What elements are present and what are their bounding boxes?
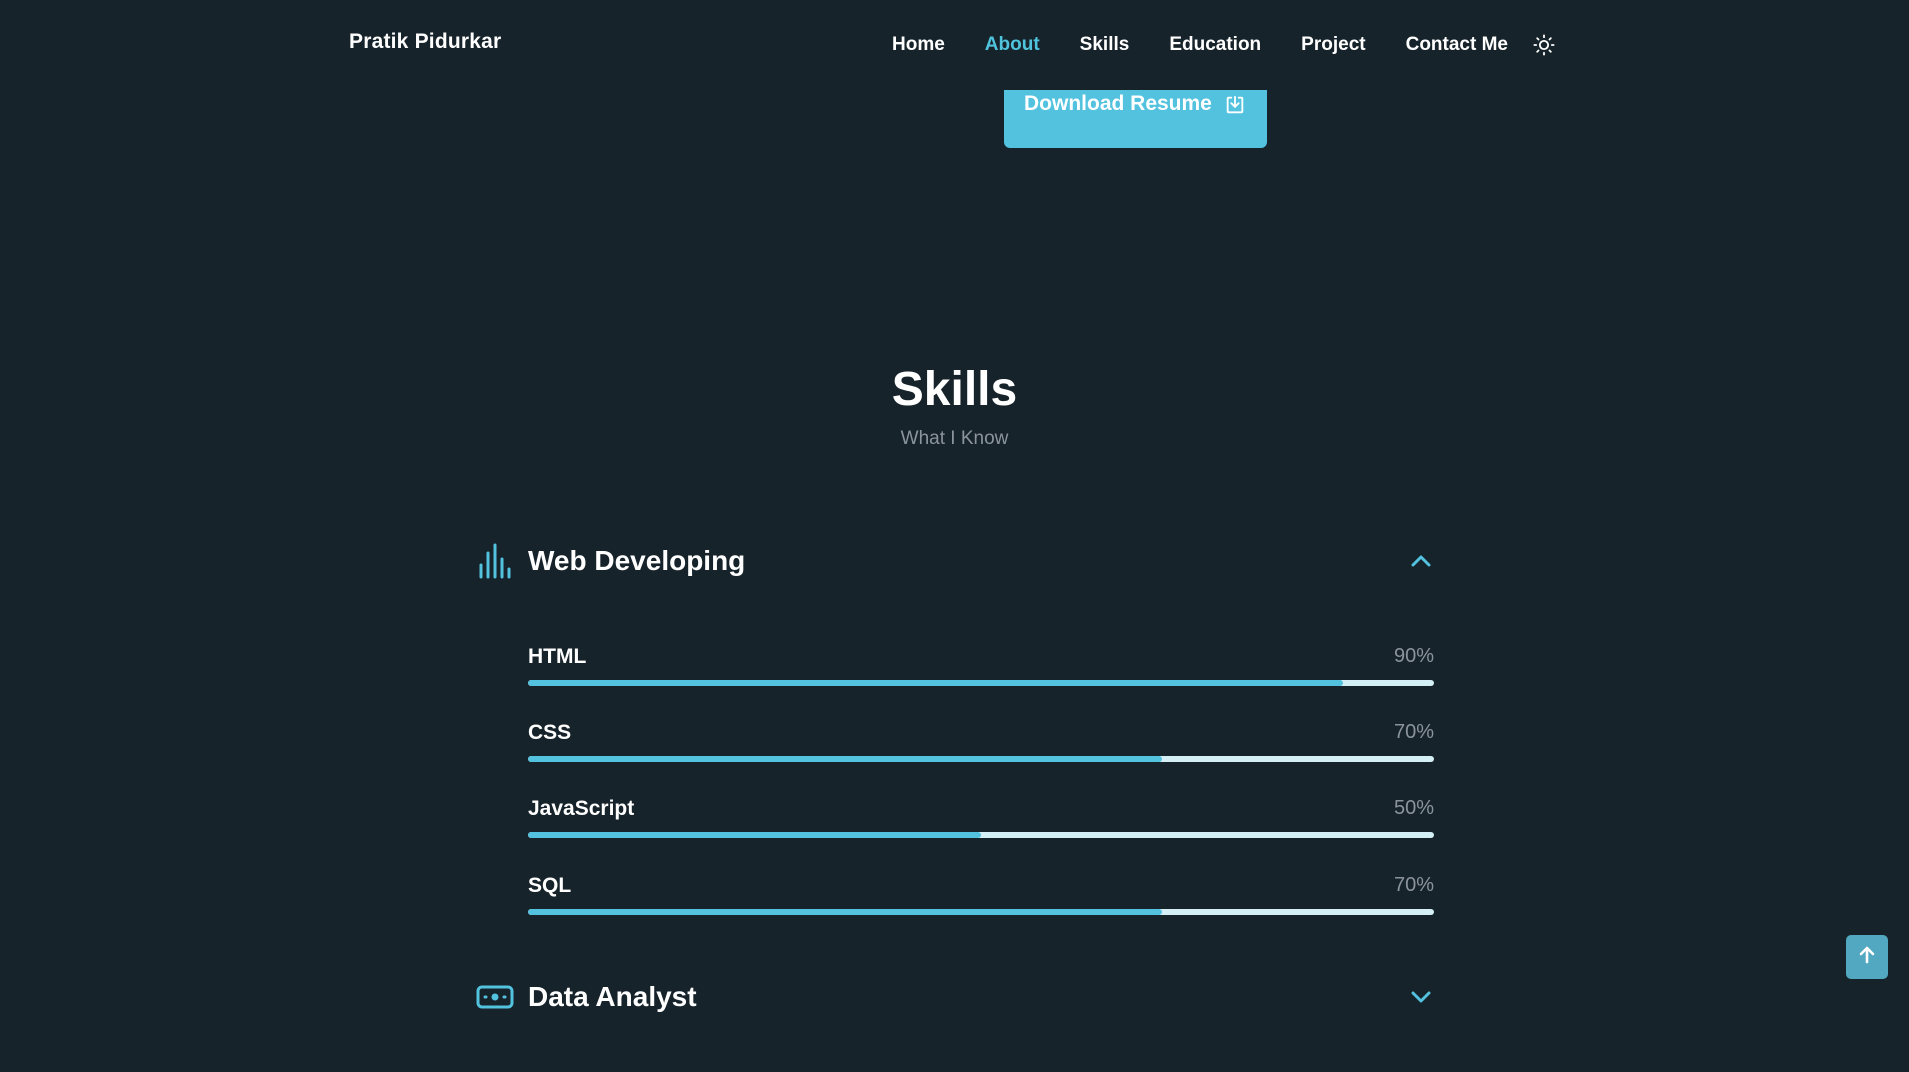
skill-progress-bar	[528, 909, 1434, 915]
section-subtitle: What I Know	[900, 428, 1009, 449]
skill-item-javascript: JavaScript 50%	[528, 797, 1434, 857]
skill-name: JavaScript	[528, 797, 635, 820]
skill-item-sql: SQL 70%	[528, 874, 1434, 934]
skill-percent: 90%	[1393, 645, 1434, 667]
nav-skills[interactable]: Skills	[1080, 28, 1130, 62]
skill-progress-fill	[528, 756, 1163, 762]
download-icon	[1224, 94, 1246, 121]
skill-item-css: CSS 70%	[528, 721, 1434, 781]
skill-percent: 50%	[1393, 797, 1434, 819]
skill-percent: 70%	[1393, 721, 1434, 743]
scroll-up-button[interactable]	[1846, 935, 1888, 979]
skill-percent: 70%	[1393, 874, 1434, 896]
money-icon	[475, 977, 515, 1017]
skill-progress-fill	[528, 832, 981, 838]
main-nav: Home About Skills Education Project Cont…	[892, 28, 1556, 62]
brand-logo[interactable]: Pratik Pidurkar	[349, 30, 501, 54]
skill-item-html: HTML 90%	[528, 645, 1434, 705]
skill-group-web-developing[interactable]: Web Developing	[475, 539, 1435, 583]
page: Download Resume Pratik Pidurkar Home Abo…	[0, 0, 1909, 1072]
skill-progress-fill	[528, 909, 1163, 915]
site-header: Pratik Pidurkar Home About Skills Educat…	[0, 0, 1909, 90]
skill-group-title: Data Analyst	[528, 981, 697, 1012]
skill-name: SQL	[528, 874, 572, 897]
nav-project[interactable]: Project	[1301, 28, 1365, 62]
chevron-down-icon[interactable]	[1407, 983, 1435, 1011]
skill-progress-bar	[528, 832, 1434, 838]
nav-contact-me[interactable]: Contact Me	[1406, 28, 1508, 62]
skill-progress-bar	[528, 756, 1434, 762]
nav-home[interactable]: Home	[892, 28, 945, 62]
chevron-up-icon[interactable]	[1407, 547, 1435, 575]
skill-progress-bar	[528, 680, 1434, 686]
nav-education[interactable]: Education	[1169, 28, 1261, 62]
bar-chart-icon	[475, 541, 515, 581]
skill-group-data-analyst[interactable]: Data Analyst	[475, 975, 1435, 1019]
skill-name: CSS	[528, 721, 572, 744]
skill-name: HTML	[528, 645, 587, 668]
skill-progress-fill	[528, 680, 1344, 686]
nav-about[interactable]: About	[985, 28, 1040, 62]
sun-icon[interactable]	[1532, 33, 1556, 57]
download-resume-label: Download Resume	[1024, 92, 1212, 115]
skill-group-title: Web Developing	[528, 545, 746, 576]
section-title: Skills	[891, 363, 1018, 416]
arrow-up-icon	[1858, 946, 1876, 969]
